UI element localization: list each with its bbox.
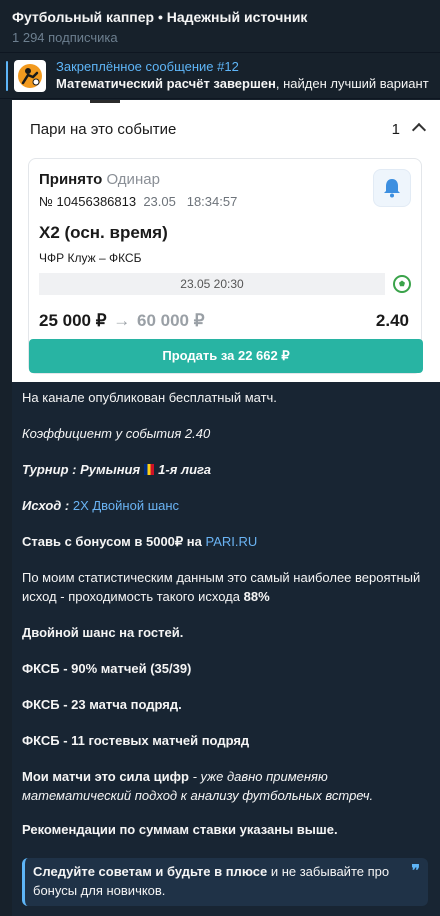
channel-post: Пари на это событие 1 Принято Одинар № 1… [12, 100, 440, 916]
subscriber-count: 1 294 подписчика [12, 30, 118, 45]
pinned-label: Закреплённое сообщение #12 [56, 59, 239, 74]
bets-header: Пари на это событие [30, 121, 177, 138]
outcome-line: Исход : 2Х Двойной шанс [22, 498, 180, 513]
bell-icon [384, 179, 400, 198]
bet-outcome: Х2 (осн. время) [39, 223, 168, 242]
romania-flag-icon [144, 464, 155, 475]
bet-card: Принято Одинар № 10456386813 23.05 18:34… [28, 158, 423, 374]
bonus-line: Ставь с бонусом в 5000₽ на PARI.RU [22, 534, 258, 549]
match-teams: ЧФР Клуж – ФКСБ [39, 251, 142, 265]
channel-header[interactable]: Футбольный каппер • Надежный источник 1 … [0, 0, 440, 52]
pinned-indicator [6, 61, 8, 91]
bet-coefficient: 2.40 [375, 311, 409, 330]
channel-title: Футбольный каппер • Надежный источник [12, 9, 308, 25]
stats-paragraph: По моим статистическим данным это самый … [22, 570, 421, 604]
football-icon [393, 275, 411, 293]
event-datetime: 23.05 20:30 [39, 273, 385, 295]
chevron-up-icon[interactable] [411, 122, 427, 138]
post-line-8: ФКСБ - 90% матчей (35/39) [22, 661, 192, 676]
post-line-10: ФКСБ - 11 гостевых матчей подряд [22, 733, 250, 748]
pari-link[interactable]: PARI.RU [206, 534, 258, 549]
stake-payout: 25 000 ₽ → 60 000 ₽ [39, 311, 205, 330]
approach-paragraph: Мои матчи это сила цифр - уже давно прим… [22, 769, 374, 803]
tournament-line: Турнир : Румыния 1-я лига [22, 462, 212, 477]
sell-bet-button[interactable]: Продать за 22 662 ₽ [29, 339, 423, 373]
pinned-text: Математический расчёт завершен, найден л… [56, 76, 429, 91]
bet-number: № 10456386813 23.05 18:34:57 [39, 194, 238, 209]
bet-screenshot[interactable]: Пари на это событие 1 Принято Одинар № 1… [12, 100, 440, 382]
post-line-7: Двойной шанс на гостей. [22, 625, 184, 640]
post-line-2: Коэффициент у события 2.40 [22, 426, 211, 441]
tab-indicator [90, 100, 120, 103]
bet-status: Принято Одинар [39, 171, 160, 188]
bets-count: 1 [391, 121, 400, 138]
post-line-1: На канале опубликован бесплатный матч. [22, 390, 277, 405]
post-line-12: Рекомендации по суммам ставки указаны вы… [22, 822, 338, 837]
ball-player-icon [18, 63, 42, 88]
pinned-thumbnail [14, 59, 46, 92]
pinned-message-bar[interactable]: Закреплённое сообщение #12 Математически… [0, 52, 440, 99]
quote-icon: ❞ [411, 863, 420, 880]
notification-button[interactable] [373, 169, 411, 207]
post-line-9: ФКСБ - 23 матча подряд. [22, 697, 182, 712]
quote-block: Следуйте советам и будьте в плюсе и не з… [22, 858, 428, 906]
